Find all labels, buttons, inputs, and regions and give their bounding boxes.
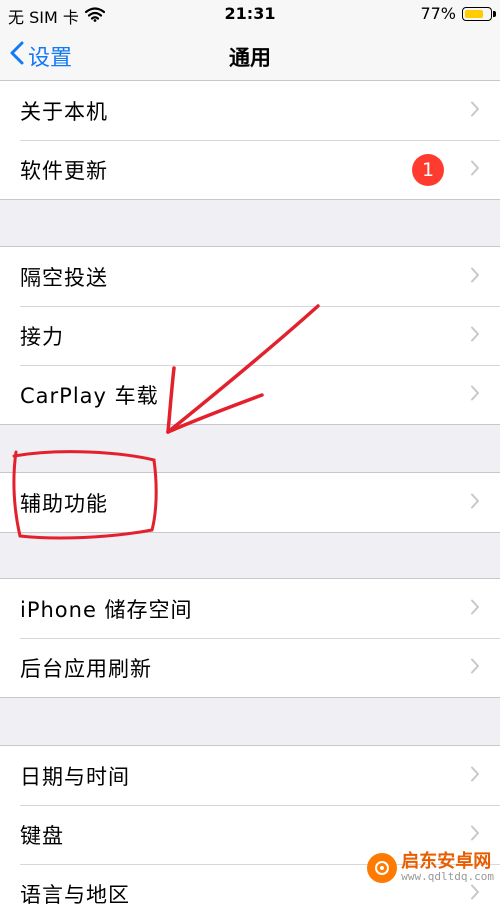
row-label: 软件更新 <box>20 158 108 183</box>
settings-group-accessibility: 辅助功能 <box>0 472 500 533</box>
chevron-right-icon <box>470 159 480 180</box>
row-label: 后台应用刷新 <box>20 656 152 681</box>
row-handoff[interactable]: 接力 <box>0 306 500 365</box>
row-label: iPhone 储存空间 <box>20 597 193 622</box>
watermark: 启东安卓网 www.qdltdq.com <box>367 850 494 884</box>
row-label: 语言与地区 <box>20 882 130 907</box>
row-label: 隔空投送 <box>20 265 108 290</box>
settings-group-about: 关于本机 软件更新 1 <box>0 80 500 200</box>
battery-percent: 77% <box>420 4 456 23</box>
chevron-right-icon <box>470 266 480 287</box>
row-background-refresh[interactable]: 后台应用刷新 <box>0 638 500 697</box>
row-label: 关于本机 <box>20 99 108 124</box>
chevron-right-icon <box>470 384 480 405</box>
row-label: 键盘 <box>20 823 64 848</box>
chevron-right-icon <box>470 492 480 513</box>
row-date-time[interactable]: 日期与时间 <box>0 746 500 805</box>
settings-group-storage: iPhone 储存空间 后台应用刷新 <box>0 578 500 698</box>
notification-badge: 1 <box>412 153 444 186</box>
nav-bar: 设置 通用 <box>0 28 500 85</box>
status-right: 77% <box>420 4 496 23</box>
watermark-name: 启东安卓网 <box>401 850 492 872</box>
battery-icon <box>462 6 496 21</box>
row-label: 接力 <box>20 324 64 349</box>
row-label: 辅助功能 <box>20 491 108 516</box>
row-iphone-storage[interactable]: iPhone 储存空间 <box>0 579 500 638</box>
chevron-right-icon <box>470 598 480 619</box>
battery-fill <box>465 9 483 18</box>
chevron-right-icon <box>470 100 480 121</box>
row-software-update[interactable]: 软件更新 1 <box>0 140 500 199</box>
settings-group-continuity: 隔空投送 接力 CarPlay 车载 <box>0 246 500 425</box>
watermark-logo-icon <box>367 852 398 883</box>
status-bar: 无 SIM 卡 21:31 77% <box>0 0 500 28</box>
chevron-right-icon <box>470 883 480 904</box>
watermark-text: 启东安卓网 www.qdltdq.com <box>401 850 494 884</box>
row-label: 日期与时间 <box>20 764 130 789</box>
page-title: 通用 <box>229 46 271 70</box>
chevron-right-icon <box>470 824 480 845</box>
chevron-right-icon <box>470 765 480 786</box>
settings-group-datetime: 日期与时间 键盘 语言与地区 <box>0 745 500 923</box>
row-accessibility[interactable]: 辅助功能 <box>0 473 500 532</box>
row-airdrop[interactable]: 隔空投送 <box>0 247 500 306</box>
watermark-url: www.qdltdq.com <box>401 870 494 884</box>
row-carplay[interactable]: CarPlay 车载 <box>0 365 500 424</box>
chevron-right-icon <box>470 657 480 678</box>
row-about[interactable]: 关于本机 <box>0 81 500 140</box>
chevron-right-icon <box>470 325 480 346</box>
row-label: CarPlay 车载 <box>20 383 159 408</box>
